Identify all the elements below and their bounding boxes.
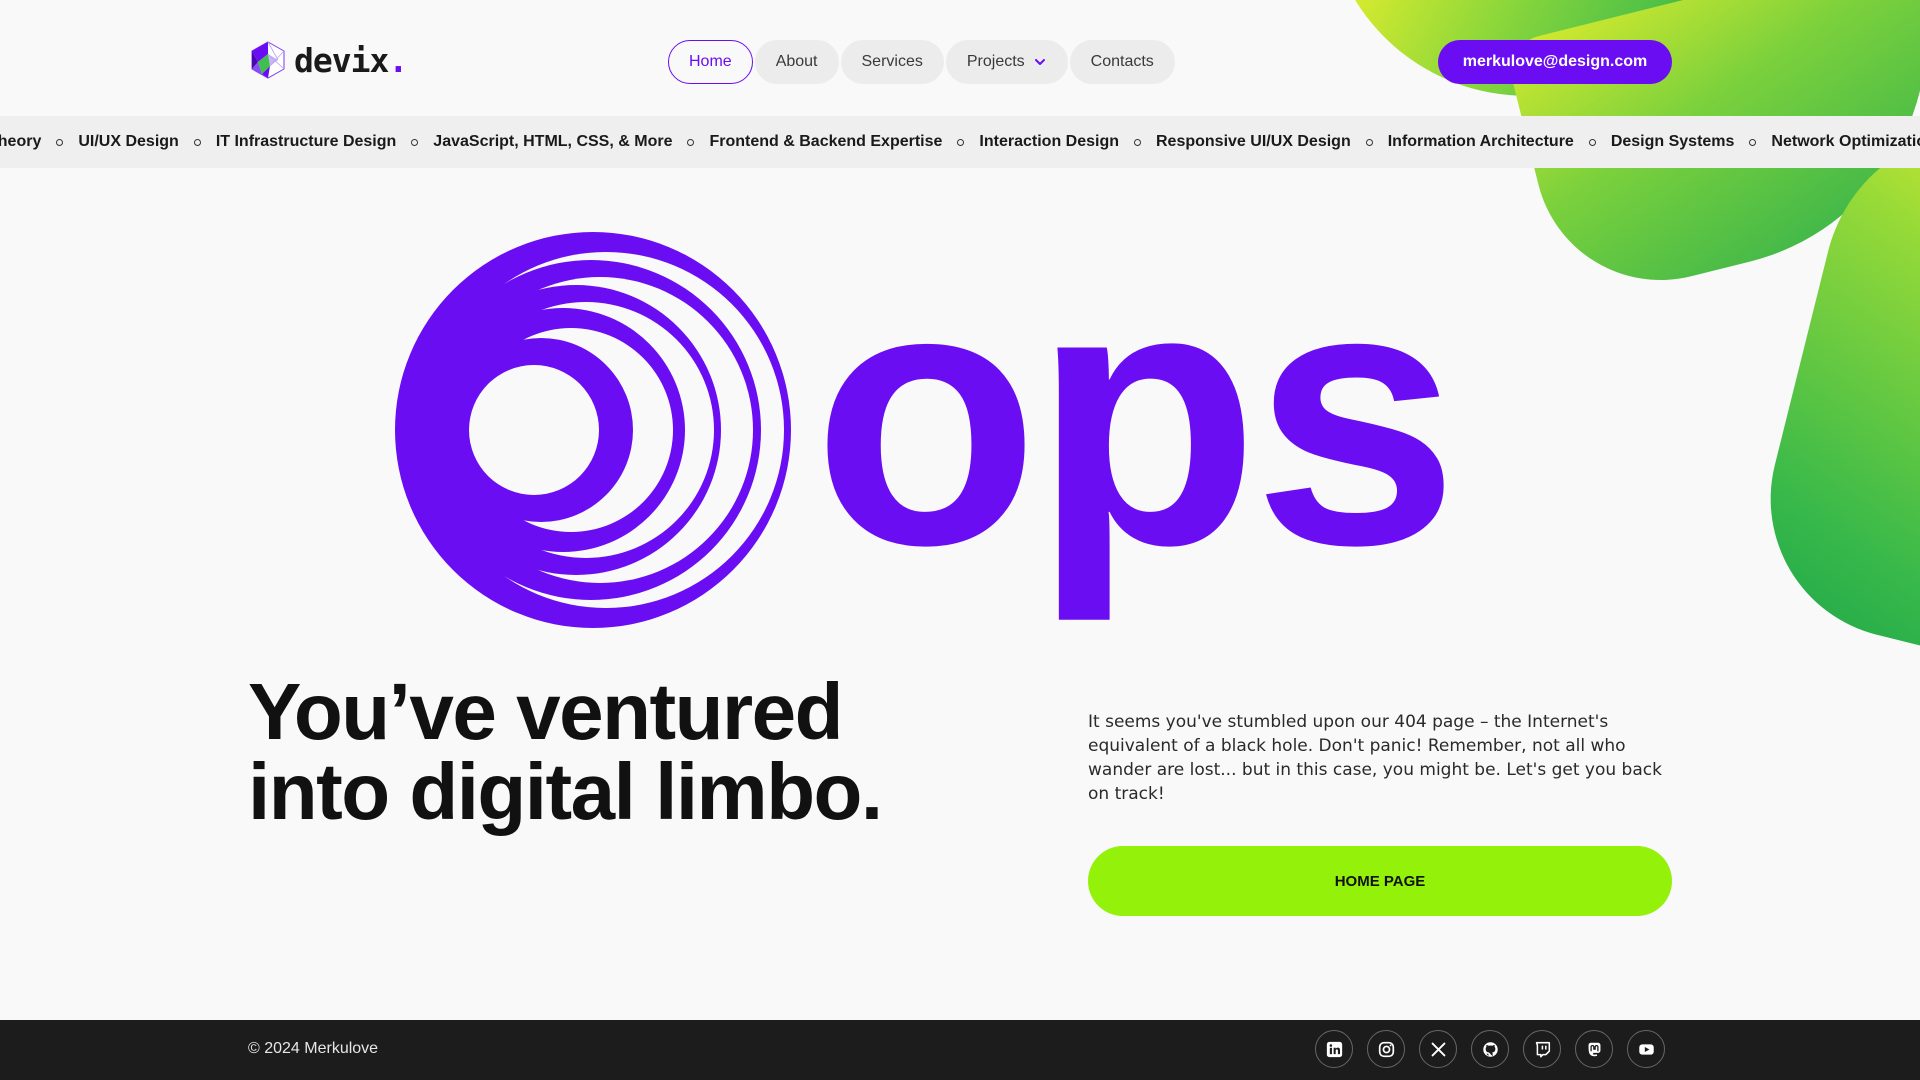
mastodon-icon [1588, 1042, 1600, 1056]
instagram-link[interactable] [1367, 1030, 1405, 1068]
main-nav: Home About Services Projects Contacts [668, 40, 1175, 84]
nav-item-services[interactable]: Services [840, 40, 944, 84]
copyright-text: © 2024 Merkulove [248, 1040, 379, 1057]
site-header: devix. Home About Services Projects Cont… [0, 0, 1920, 116]
instagram-icon [1378, 1041, 1394, 1057]
nav-label: Projects [966, 53, 1025, 70]
youtube-link[interactable] [1627, 1030, 1665, 1068]
email-label: merkulove@design.com [1462, 53, 1648, 70]
ticker-item: UI/UX Design [78, 133, 179, 150]
nav-label: About [775, 53, 818, 70]
twitch-link[interactable] [1523, 1030, 1561, 1068]
ticker-separator [1749, 138, 1757, 146]
home-page-button[interactable]: HOME PAGE [1088, 846, 1672, 916]
ticker-separator [411, 138, 419, 146]
linkedin-icon [1326, 1041, 1342, 1057]
home-page-button-label: HOME PAGE [1334, 872, 1426, 890]
ticker-item: JavaScript, HTML, CSS, & More [433, 133, 673, 150]
twitch-icon [1535, 1041, 1550, 1057]
ticker-separator [56, 138, 64, 146]
logo-text: devix. [294, 40, 408, 80]
social-links [1315, 1030, 1665, 1068]
ticker-item: Theory [0, 133, 42, 150]
nav-label: Contacts [1090, 53, 1154, 70]
nav-label: Services [861, 53, 923, 70]
youtube-icon [1638, 1043, 1654, 1055]
services-ticker: Theory UI/UX Design IT Infrastructure De… [0, 116, 1920, 168]
ticker-item: Network Optimization [1771, 133, 1920, 150]
ticker-track: Theory UI/UX Design IT Infrastructure De… [0, 116, 1920, 168]
ticker-item: Information Architecture [1387, 133, 1574, 150]
github-link[interactable] [1471, 1030, 1509, 1068]
ticker-item: Responsive UI/UX Design [1156, 133, 1351, 150]
linkedin-link[interactable] [1315, 1030, 1353, 1068]
nav-item-about[interactable]: About [754, 40, 839, 84]
ticker-separator [193, 138, 201, 146]
ticker-item: Design Systems [1610, 133, 1735, 150]
ticker-separator [957, 138, 965, 146]
ticker-separator [1134, 138, 1141, 146]
ticker-item: Interaction Design [979, 133, 1119, 150]
nav-item-home[interactable]: Home [668, 40, 753, 84]
logo[interactable]: devix. [248, 40, 408, 80]
ticker-separator [1588, 138, 1596, 146]
nav-label: Home [689, 53, 732, 70]
page-headline: You’ve ventured into digital limbo. [248, 667, 883, 836]
github-icon [1482, 1041, 1498, 1057]
x-link[interactable] [1419, 1030, 1457, 1068]
error-description: It seems you've stumbled upon our 404 pa… [1088, 712, 1662, 804]
nav-item-contacts[interactable]: Contacts [1069, 40, 1175, 84]
ticker-separator [687, 138, 695, 146]
devix-logo-icon [251, 41, 285, 79]
spiral-o-icon [395, 232, 791, 628]
nav-item-projects[interactable]: Projects [945, 40, 1068, 84]
email-button[interactable]: merkulove@design.com [1438, 40, 1672, 84]
ticker-item: Frontend & Backend Expertise [709, 133, 943, 150]
x-icon [1431, 1042, 1445, 1056]
mastodon-link[interactable] [1575, 1030, 1613, 1068]
ticker-separator [1365, 138, 1373, 146]
ticker-item: IT Infrastructure Design [215, 133, 397, 150]
site-footer: © 2024 Merkulove [0, 1020, 1920, 1080]
oops-text: ops! [813, 230, 1483, 624]
oops-graphic: ops! [395, 230, 1483, 628]
chevron-down-icon [1034, 59, 1045, 65]
